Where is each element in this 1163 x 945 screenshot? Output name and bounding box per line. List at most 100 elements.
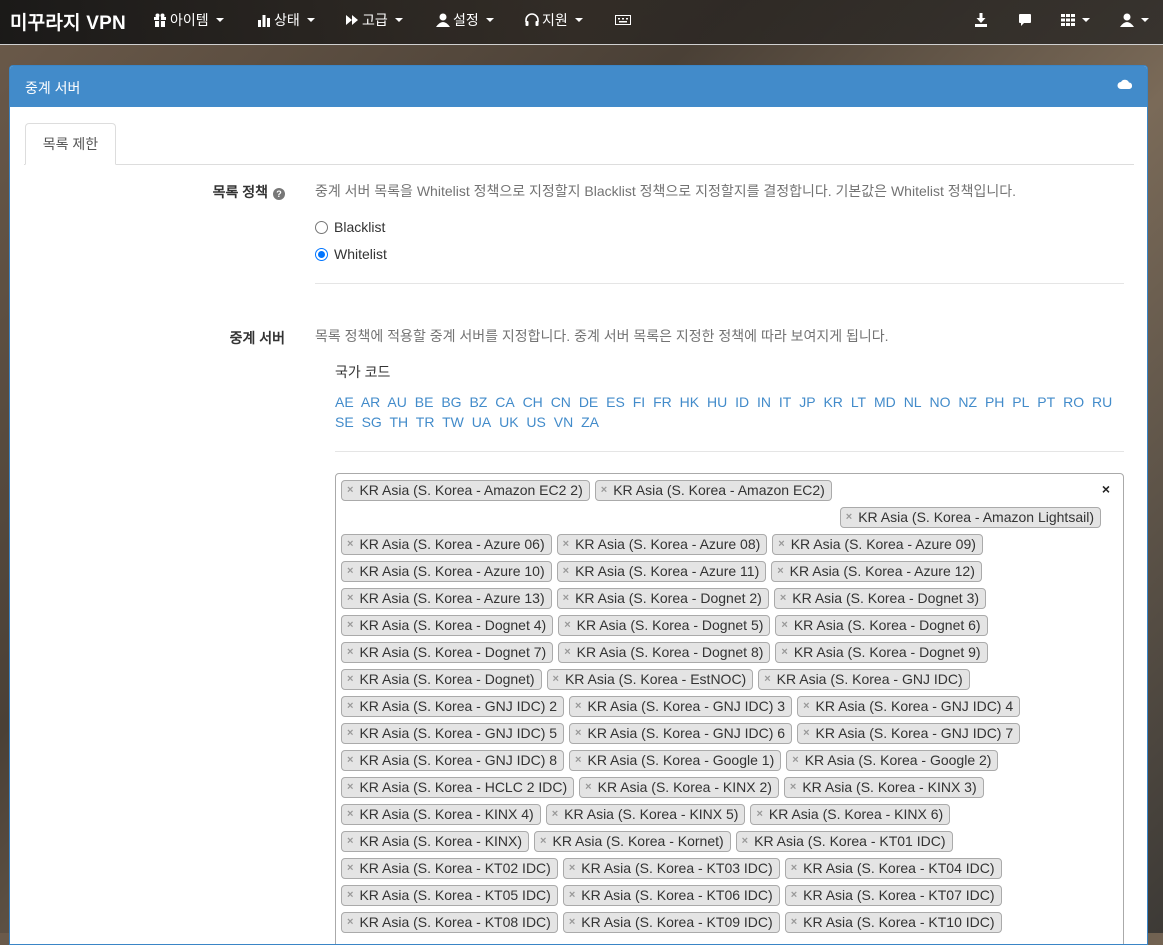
selected-server-chip[interactable]: × KR Asia (S. Korea - KT05 IDC) (341, 885, 558, 906)
remove-chip-icon[interactable]: × (347, 589, 353, 608)
selected-server-chip[interactable]: × KR Asia (S. Korea - KT06 IDC) (562, 885, 780, 906)
selected-server-chip[interactable]: × KR Asia (S. Korea - EstNOC) (546, 669, 754, 690)
country-code-link[interactable]: PH (985, 394, 1004, 410)
remove-chip-icon[interactable]: × (563, 535, 569, 554)
remove-chip-icon[interactable]: × (791, 859, 797, 878)
remove-chip-icon[interactable]: × (347, 697, 353, 716)
country-code-link[interactable]: RU (1092, 394, 1112, 410)
country-code-link[interactable]: SE (335, 414, 354, 430)
remove-chip-icon[interactable]: × (569, 859, 575, 878)
selected-server-chip[interactable]: × KR Asia (S. Korea - KT04 IDC) (784, 858, 1002, 879)
download-button[interactable] (974, 10, 988, 30)
remove-chip-icon[interactable]: × (803, 724, 809, 743)
country-code-link[interactable]: FI (633, 394, 645, 410)
selected-server-chip[interactable]: × KR Asia (S. Korea - GNJ IDC) 4 (797, 696, 1021, 717)
selected-server-chip[interactable]: × KR Asia (S. Korea - GNJ IDC) 8 (341, 750, 565, 771)
remove-chip-icon[interactable]: × (764, 670, 770, 689)
selected-server-chip[interactable]: × KR Asia (S. Korea - Azure 09) (772, 534, 983, 555)
selected-server-chip[interactable]: × KR Asia (S. Korea - KT03 IDC) (562, 858, 780, 879)
remove-chip-icon[interactable]: × (569, 886, 575, 905)
remove-chip-icon[interactable]: × (347, 481, 353, 500)
selected-server-chip[interactable]: × KR Asia (S. Korea - Amazon EC2 2) (341, 480, 590, 501)
country-code-link[interactable]: ID (735, 394, 749, 410)
country-code-link[interactable]: HK (680, 394, 699, 410)
remove-chip-icon[interactable]: × (347, 751, 353, 770)
selected-server-chip[interactable]: × KR Asia (S. Korea - Azure 12) (771, 561, 982, 582)
remove-chip-icon[interactable]: × (347, 832, 353, 851)
remove-chip-icon[interactable]: × (780, 589, 786, 608)
remove-chip-icon[interactable]: × (563, 589, 569, 608)
nav-advanced-menu[interactable]: 고급 (345, 10, 403, 30)
cloud-icon[interactable] (1117, 78, 1133, 90)
country-code-link[interactable]: DE (579, 394, 598, 410)
selected-server-chip[interactable]: × KR Asia (S. Korea - Dognet) (341, 669, 542, 690)
country-code-link[interactable]: ZA (581, 414, 599, 430)
country-code-link[interactable]: PT (1037, 394, 1055, 410)
remove-chip-icon[interactable]: × (803, 697, 809, 716)
selected-server-chip[interactable]: × KR Asia (S. Korea - KINX 3) (783, 777, 984, 798)
country-code-link[interactable]: AR (361, 394, 380, 410)
nav-settings-menu[interactable]: 설정 (436, 10, 494, 30)
nav-items-menu[interactable]: 아이템 (153, 10, 224, 30)
country-code-link[interactable]: BG (441, 394, 461, 410)
selected-server-chip[interactable]: × KR Asia (S. Korea - GNJ IDC) 7 (797, 723, 1021, 744)
country-code-link[interactable]: TR (416, 414, 435, 430)
country-code-link[interactable]: CA (495, 394, 514, 410)
country-code-link[interactable]: IT (779, 394, 791, 410)
selected-server-chip[interactable]: × KR Asia (S. Korea - KT02 IDC) (341, 858, 558, 879)
country-code-link[interactable]: LT (851, 394, 866, 410)
country-code-link[interactable]: NL (904, 394, 922, 410)
apps-menu[interactable] (1061, 10, 1090, 30)
selected-server-chip[interactable]: × KR Asia (S. Korea - KT01 IDC) (735, 831, 953, 852)
selected-server-chip[interactable]: × KR Asia (S. Korea - Azure 08) (556, 534, 768, 555)
country-code-link[interactable]: KR (823, 394, 842, 410)
remove-chip-icon[interactable]: × (552, 805, 558, 824)
selected-server-chip[interactable]: × KR Asia (S. Korea - Dognet 9) (775, 642, 988, 663)
country-code-link[interactable]: MD (874, 394, 896, 410)
remove-chip-icon[interactable]: × (792, 751, 798, 770)
country-code-link[interactable]: TH (389, 414, 408, 430)
country-code-link[interactable]: BE (415, 394, 434, 410)
remove-chip-icon[interactable]: × (575, 697, 581, 716)
selected-server-chip[interactable]: × KR Asia (S. Korea - Dognet 6) (775, 615, 988, 636)
country-code-link[interactable]: UK (499, 414, 518, 430)
selected-server-chip[interactable]: × KR Asia (S. Korea - Azure 10) (341, 561, 552, 582)
nav-status-menu[interactable]: 상태 (257, 10, 315, 30)
selected-server-chip[interactable]: × KR Asia (S. Korea - Dognet 3) (773, 588, 987, 609)
remove-chip-icon[interactable]: × (347, 778, 353, 797)
country-code-link[interactable]: CN (551, 394, 571, 410)
selected-server-chip[interactable]: × KR Asia (S. Korea - KINX 6) (750, 804, 951, 825)
radio-blacklist-input[interactable] (315, 220, 328, 234)
remove-chip-icon[interactable]: × (569, 913, 575, 932)
remove-chip-icon[interactable]: × (756, 805, 762, 824)
remove-chip-icon[interactable]: × (347, 886, 353, 905)
country-code-link[interactable]: BZ (469, 394, 487, 410)
keyboard-button[interactable] (615, 10, 631, 30)
country-code-link[interactable]: UA (472, 414, 491, 430)
selected-server-chip[interactable]: × KR Asia (S. Korea - Amazon Lightsail) (839, 507, 1101, 528)
radio-whitelist[interactable]: Whitelist (315, 246, 387, 262)
remove-chip-icon[interactable]: × (564, 643, 570, 662)
selected-server-chip[interactable]: × KR Asia (S. Korea - KINX 2) (579, 777, 779, 798)
selected-server-chip[interactable]: × KR Asia (S. Korea - KT10 IDC) (784, 912, 1002, 933)
user-menu[interactable] (1120, 10, 1149, 30)
selected-server-chip[interactable]: × KR Asia (S. Korea - KT09 IDC) (562, 912, 780, 933)
remove-chip-icon[interactable]: × (347, 724, 353, 743)
country-code-link[interactable]: HU (707, 394, 727, 410)
remove-chip-icon[interactable]: × (347, 643, 353, 662)
messages-button[interactable] (1018, 10, 1032, 30)
selected-server-chip[interactable]: × KR Asia (S. Korea - KINX 5) (545, 804, 746, 825)
remove-chip-icon[interactable]: × (347, 562, 353, 581)
remove-chip-icon[interactable]: × (540, 832, 546, 851)
selected-server-chip[interactable]: × KR Asia (S. Korea - Dognet 4) (341, 615, 554, 636)
selected-server-chip[interactable]: × KR Asia (S. Korea - Azure 13) (341, 588, 552, 609)
remove-chip-icon[interactable]: × (777, 562, 783, 581)
country-code-link[interactable]: PL (1012, 394, 1029, 410)
selected-server-chip[interactable]: × KR Asia (S. Korea - KINX 4) (341, 804, 541, 825)
selected-server-chip[interactable]: × KR Asia (S. Korea - Google 1) (569, 750, 782, 771)
selected-server-chip[interactable]: × KR Asia (S. Korea - Amazon EC2) (594, 480, 832, 501)
country-code-link[interactable]: CH (523, 394, 543, 410)
selected-server-chip[interactable]: × KR Asia (S. Korea - Kornet) (534, 831, 731, 852)
remove-chip-icon[interactable]: × (347, 913, 353, 932)
remove-chip-icon[interactable]: × (563, 562, 569, 581)
